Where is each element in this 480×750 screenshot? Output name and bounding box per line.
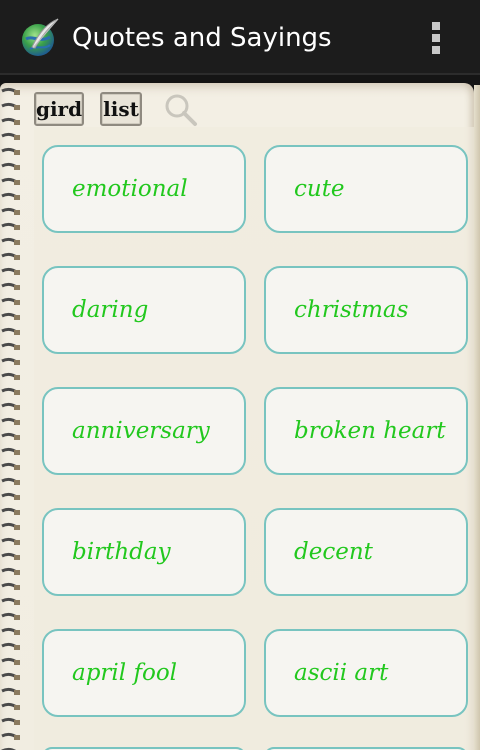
category-label: ascii art [294,660,389,686]
category-button[interactable]: april fool [42,629,246,717]
category-label: christmas [294,297,409,323]
globe-feather-icon[interactable] [18,17,60,59]
category-button[interactable]: decent [264,508,468,596]
magnifier-icon[interactable] [162,91,200,129]
category-label: daring [72,297,149,323]
category-label: emotional [72,176,188,202]
category-button[interactable]: christmas [264,266,468,354]
category-button[interactable]: cute [264,145,468,233]
notebook-page: emotional cute daring christmas annivers… [0,75,480,750]
list-view-button[interactable]: list [100,92,142,126]
category-button[interactable]: broken heart [264,387,468,475]
category-button[interactable]: birthday [42,508,246,596]
app-title: Quotes and Sayings [72,23,332,53]
spiral-binding [1,87,20,750]
category-button[interactable]: emotional [42,145,246,233]
category-label: april fool [72,660,178,686]
category-button[interactable]: ascii art [264,629,468,717]
paper-edge [474,85,480,750]
category-label: birthday [72,539,171,565]
grid-view-button[interactable]: gird [34,92,84,126]
category-label: decent [294,539,373,565]
category-grid: emotional cute daring christmas annivers… [34,127,474,750]
category-label: cute [294,176,345,202]
category-button[interactable]: daring [42,266,246,354]
overflow-menu-icon[interactable] [420,18,452,58]
category-label: anniversary [72,418,210,444]
category-label: broken heart [294,418,446,444]
action-bar: Quotes and Sayings [0,0,480,75]
category-button[interactable]: anniversary [42,387,246,475]
